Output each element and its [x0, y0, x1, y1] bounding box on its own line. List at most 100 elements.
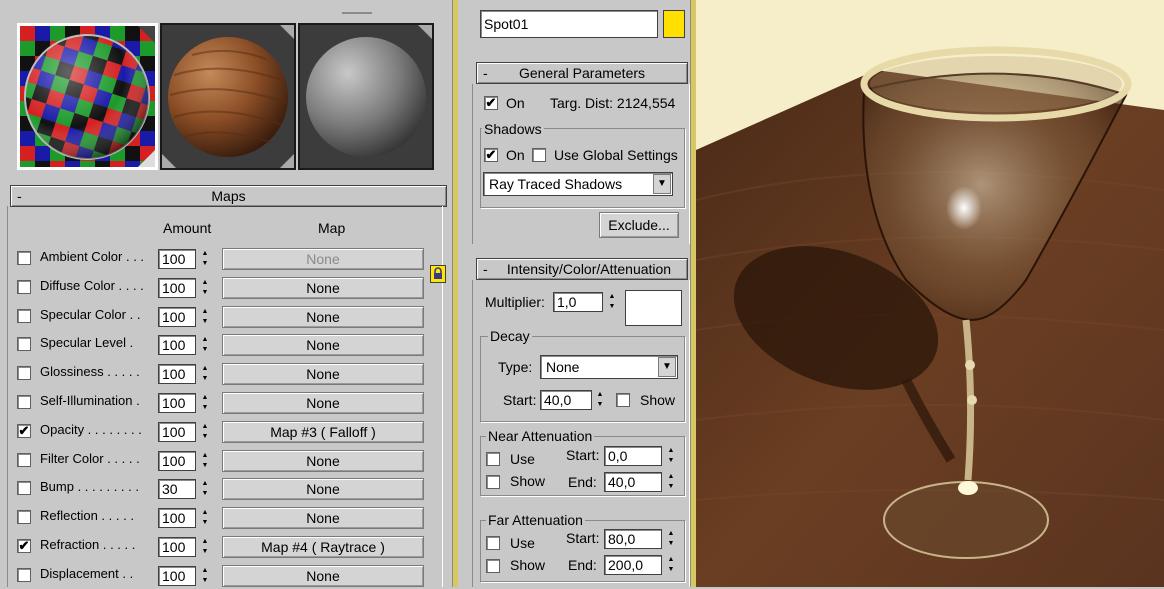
- map-amount-spinner[interactable]: 100: [158, 393, 196, 413]
- map-row: Diffuse Color . . . . 100 ▲ ▼ None: [0, 277, 452, 301]
- map-enable-checkbox[interactable]: [17, 568, 31, 582]
- material-slot-checker[interactable]: [17, 23, 158, 170]
- maps-collapse-toggle[interactable]: -: [17, 186, 22, 206]
- lock-icon[interactable]: [430, 265, 446, 283]
- map-channel-label: Ambient Color . . .: [40, 249, 145, 264]
- far-end-spinner[interactable]: 200,0: [604, 555, 662, 575]
- far-start-spinner[interactable]: 80,0: [604, 529, 662, 549]
- light-intensity-color-swatch[interactable]: [625, 290, 682, 326]
- spinner-arrows-icon[interactable]: ▲ ▼: [199, 335, 211, 355]
- near-use-checkbox[interactable]: [486, 452, 500, 466]
- map-channel-label: Displacement . .: [40, 566, 134, 581]
- map-amount-spinner[interactable]: 100: [158, 566, 196, 586]
- checker-sphere-preview: [20, 26, 155, 167]
- spinner-arrows-icon[interactable]: ▲ ▼: [199, 249, 211, 269]
- map-amount-spinner[interactable]: 100: [158, 278, 196, 298]
- decay-start-spinner-arrows[interactable]: ▲ ▼: [594, 390, 606, 410]
- near-end-spinner-arrows[interactable]: ▲ ▼: [665, 472, 677, 492]
- maps-rollout-title[interactable]: - Maps: [10, 185, 447, 207]
- map-amount-spinner[interactable]: 30: [158, 479, 196, 499]
- map-amount-spinner[interactable]: 100: [158, 537, 196, 557]
- far-start-spinner-arrows[interactable]: ▲ ▼: [665, 529, 677, 549]
- spinner-arrows-icon[interactable]: ▲ ▼: [199, 393, 211, 413]
- map-slot-button[interactable]: None: [222, 478, 424, 500]
- far-attenuation-title: Far Attenuation: [486, 512, 585, 528]
- map-slot-button[interactable]: None: [222, 507, 424, 529]
- map-amount-spinner[interactable]: 100: [158, 508, 196, 528]
- map-slot-button[interactable]: None: [222, 363, 424, 385]
- material-slot-wood[interactable]: [160, 23, 296, 170]
- decay-show-checkbox[interactable]: [616, 393, 630, 407]
- light-color-swatch[interactable]: [663, 10, 685, 38]
- far-end-label: End:: [568, 557, 597, 573]
- map-enable-checkbox[interactable]: [17, 251, 31, 265]
- map-enable-checkbox[interactable]: [17, 395, 31, 409]
- far-end-spinner-arrows[interactable]: ▲ ▼: [665, 555, 677, 575]
- map-enable-checkbox[interactable]: [17, 366, 31, 380]
- shadow-type-select[interactable]: Ray Traced Shadows ▼: [483, 172, 673, 196]
- map-amount-spinner[interactable]: 100: [158, 364, 196, 384]
- general-collapse-toggle[interactable]: -: [483, 63, 488, 83]
- spinner-arrows-icon[interactable]: ▲ ▼: [199, 422, 211, 442]
- map-enable-checkbox[interactable]: [17, 337, 31, 351]
- spinner-arrows-icon[interactable]: ▲ ▼: [199, 479, 211, 499]
- map-row: Bump . . . . . . . . . 30 ▲ ▼ None: [0, 478, 452, 502]
- map-slot-button[interactable]: None: [222, 277, 424, 299]
- map-channel-label: Reflection . . . . .: [40, 508, 134, 523]
- map-channel-label: Bump . . . . . . . . .: [40, 479, 139, 494]
- map-amount-spinner[interactable]: 100: [158, 451, 196, 471]
- light-on-checkbox[interactable]: ✔: [484, 96, 498, 110]
- map-enable-checkbox[interactable]: [17, 309, 31, 323]
- render-viewport[interactable]: [696, 0, 1164, 587]
- map-slot-button[interactable]: None: [222, 248, 424, 270]
- map-slot-button[interactable]: None: [222, 565, 424, 587]
- map-enable-checkbox[interactable]: ✔: [17, 539, 31, 553]
- map-enable-checkbox[interactable]: ✔: [17, 424, 31, 438]
- map-slot-button[interactable]: Map #3 ( Falloff ): [222, 421, 424, 443]
- dropdown-arrow-icon[interactable]: ▼: [653, 174, 671, 194]
- spinner-arrows-icon[interactable]: ▲ ▼: [199, 307, 211, 327]
- map-enable-checkbox[interactable]: [17, 510, 31, 524]
- intensity-rollout-title[interactable]: - Intensity/Color/Attenuation: [476, 258, 688, 280]
- multiplier-spinner-arrows[interactable]: ▲ ▼: [606, 292, 618, 312]
- map-enable-checkbox[interactable]: [17, 453, 31, 467]
- map-amount-spinner[interactable]: 100: [158, 249, 196, 269]
- map-slot-button[interactable]: None: [222, 334, 424, 356]
- spinner-arrows-icon[interactable]: ▲ ▼: [199, 508, 211, 528]
- decay-start-spinner[interactable]: 40,0: [540, 390, 592, 410]
- map-amount-spinner[interactable]: 100: [158, 307, 196, 327]
- material-slot-gray[interactable]: [298, 23, 434, 170]
- spinner-arrows-icon[interactable]: ▲ ▼: [199, 566, 211, 586]
- spinner-arrows-icon[interactable]: ▲ ▼: [199, 278, 211, 298]
- multiplier-spinner[interactable]: 1,0: [553, 292, 603, 312]
- near-end-spinner[interactable]: 40,0: [604, 472, 662, 492]
- spinner-arrows-icon[interactable]: ▲ ▼: [199, 537, 211, 557]
- map-slot-button[interactable]: None: [222, 306, 424, 328]
- map-slot-button[interactable]: None: [222, 392, 424, 414]
- map-channel-label: Specular Level .: [40, 335, 134, 350]
- exclude-button[interactable]: Exclude...: [599, 212, 679, 238]
- near-start-spinner[interactable]: 0,0: [604, 446, 662, 466]
- near-show-checkbox[interactable]: [486, 475, 500, 489]
- shadow-type-value: Ray Traced Shadows: [489, 176, 623, 192]
- shadows-title: Shadows: [482, 121, 544, 137]
- map-amount-spinner[interactable]: 100: [158, 335, 196, 355]
- light-name-field[interactable]: Spot01: [480, 10, 658, 38]
- spinner-arrows-icon[interactable]: ▲ ▼: [199, 451, 211, 471]
- map-row: Reflection . . . . . 100 ▲ ▼ None: [0, 507, 452, 531]
- spinner-arrows-icon[interactable]: ▲ ▼: [199, 364, 211, 384]
- use-global-settings-checkbox[interactable]: [532, 148, 546, 162]
- map-enable-checkbox[interactable]: [17, 481, 31, 495]
- near-start-spinner-arrows[interactable]: ▲ ▼: [665, 446, 677, 466]
- map-enable-checkbox[interactable]: [17, 280, 31, 294]
- shadows-on-checkbox[interactable]: ✔: [484, 148, 498, 162]
- decay-type-select[interactable]: None ▼: [540, 355, 678, 379]
- map-amount-spinner[interactable]: 100: [158, 422, 196, 442]
- intensity-collapse-toggle[interactable]: -: [483, 259, 488, 279]
- general-parameters-title[interactable]: - General Parameters: [476, 62, 688, 84]
- map-slot-button[interactable]: None: [222, 450, 424, 472]
- dropdown-arrow-icon[interactable]: ▼: [658, 357, 676, 377]
- far-use-checkbox[interactable]: [486, 536, 500, 550]
- far-show-checkbox[interactable]: [486, 559, 500, 573]
- map-slot-button[interactable]: Map #4 ( Raytrace ): [222, 536, 424, 558]
